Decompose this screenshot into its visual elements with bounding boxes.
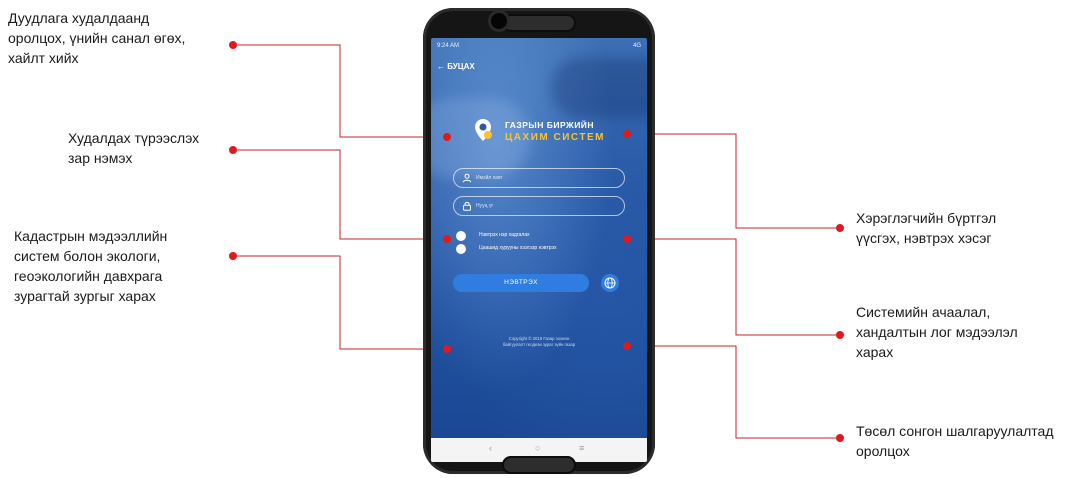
marker-dot-left3-inner [443,345,451,353]
marker-dot-right1-outer [836,224,844,232]
marker-dot-right1-inner [623,130,631,138]
marker-dot-right2-inner [623,235,631,243]
marker-dot-left2-outer [229,146,237,154]
marker-dot-right3-inner [623,342,631,350]
marker-dot-left1-inner [443,133,451,141]
marker-dot-right2-outer [836,331,844,339]
marker-dot-left3-outer [229,252,237,260]
callout-markers [229,41,844,442]
marker-dot-left1-outer [229,41,237,49]
marker-dot-right3-outer [836,434,844,442]
marker-dot-left2-inner [443,235,451,243]
